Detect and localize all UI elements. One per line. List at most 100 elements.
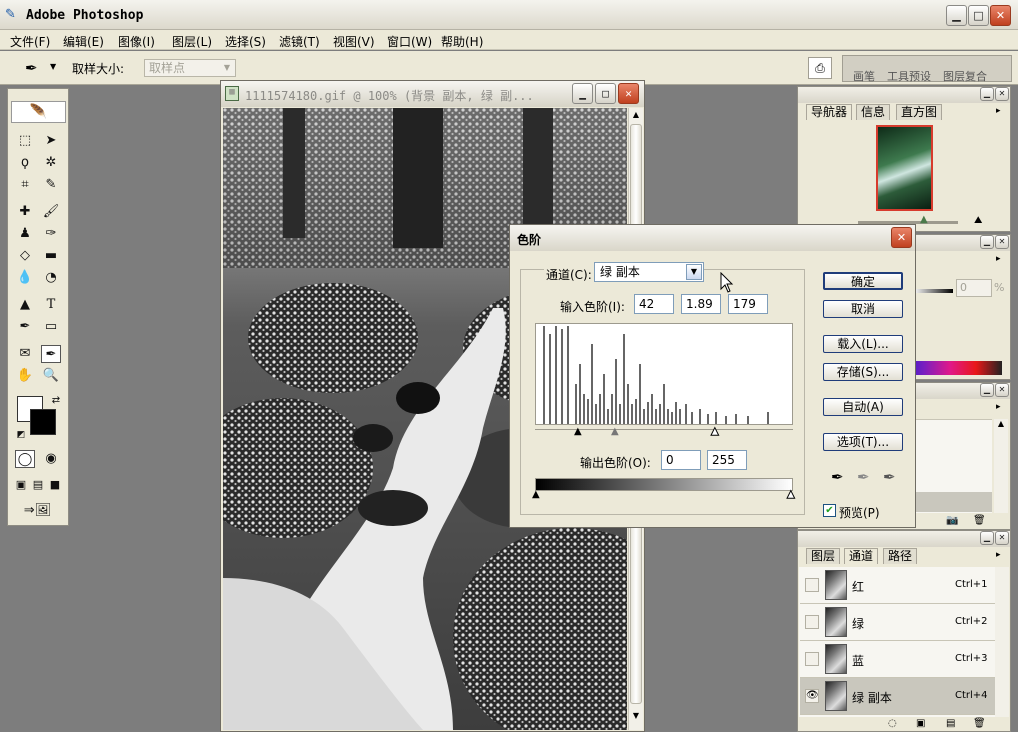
channel-row-green[interactable]: 绿 Ctrl+2 [800, 604, 995, 641]
doc-close-button[interactable]: ✕ [618, 83, 639, 104]
output-white-field[interactable]: 255 [707, 450, 747, 470]
pen-tool-icon[interactable]: ✒ [15, 318, 35, 336]
channels-close-button[interactable]: ✕ [995, 531, 1009, 545]
visibility-toggle[interactable] [805, 578, 819, 592]
healing-brush-icon[interactable]: ✚ [15, 203, 35, 221]
auto-button[interactable]: 自动(A) [823, 398, 903, 416]
input-white-slider-handle[interactable]: ▲ [711, 426, 720, 438]
channels-minimize-button[interactable]: ▁ [980, 531, 994, 545]
tab-navigator[interactable]: 导航器 [806, 104, 853, 120]
chevron-down-icon[interactable]: ▼ [686, 264, 702, 280]
output-black-slider-handle[interactable]: ▲ [532, 489, 540, 500]
tab-channels[interactable]: 通道 [844, 548, 879, 564]
tab-histogram[interactable]: 直方图 [896, 104, 943, 120]
screen-mode-standard-icon[interactable]: ▣ [13, 476, 29, 494]
dodge-tool-icon[interactable]: ◔ [41, 269, 61, 287]
channel-row-green-copy[interactable]: 👁 绿 副本 Ctrl+4 [800, 678, 995, 715]
menu-window[interactable]: 窗口(W) [387, 33, 432, 50]
black-point-eyedropper-icon[interactable]: ✒ [831, 468, 844, 486]
history-menu-icon[interactable]: ▸ [996, 402, 1001, 412]
palette-well-tab-brushes[interactable]: 画笔 [853, 68, 875, 84]
menu-view[interactable]: 视图(V) [333, 33, 375, 50]
channels-scrollbar[interactable] [995, 567, 1009, 717]
navigator-minimize-button[interactable]: ▁ [980, 87, 994, 101]
load-button[interactable]: 载入(L)... [823, 335, 903, 353]
eyedropper-tool-icon[interactable]: ✒ [25, 59, 38, 77]
eyedropper-icon[interactable]: ✒ [41, 345, 61, 363]
path-selection-icon[interactable]: ▲ [15, 296, 35, 314]
swap-colors-icon[interactable]: ⇄ [46, 392, 66, 410]
channels-menu-icon[interactable]: ▸ [996, 550, 1001, 560]
doc-minimize-button[interactable]: ▁ [572, 83, 593, 104]
navigator-close-button[interactable]: ✕ [995, 87, 1009, 101]
output-black-field[interactable]: 0 [661, 450, 701, 470]
screen-mode-full-menu-icon[interactable]: ▤ [30, 476, 46, 494]
load-selection-icon[interactable]: ◌ [888, 718, 897, 729]
rectangle-tool-icon[interactable]: ▭ [41, 318, 61, 336]
move-tool-icon[interactable]: ➤ [41, 132, 61, 150]
type-tool-icon[interactable]: T [41, 296, 61, 314]
white-point-eyedropper-icon[interactable]: ✒ [883, 468, 896, 486]
doc-maximize-button[interactable]: □ [595, 83, 616, 104]
history-close-button[interactable]: ✕ [995, 383, 1009, 397]
screen-mode-full-icon[interactable]: ■ [47, 476, 63, 494]
menu-image[interactable]: 图像(I) [118, 33, 155, 50]
menu-layer[interactable]: 图层(L) [172, 33, 212, 50]
scroll-down-arrow-icon[interactable]: ▼ [630, 711, 642, 720]
eraser-tool-icon[interactable]: ◇ [15, 247, 35, 265]
close-button[interactable]: ✕ [990, 5, 1011, 26]
preview-checkbox[interactable]: ✔ [823, 504, 836, 517]
input-white-field[interactable]: 179 [728, 294, 768, 314]
marquee-tool-icon[interactable]: ⬚ [15, 132, 35, 150]
history-scrollbar[interactable]: ▲ [994, 419, 1008, 513]
minimize-button[interactable]: ▁ [946, 5, 967, 26]
tab-paths[interactable]: 路径 [883, 548, 918, 564]
jump-to-imageready-icon[interactable]: ⇒🖼 [15, 502, 60, 520]
new-snapshot-icon[interactable]: 📷 [946, 515, 958, 526]
channel-row-red[interactable]: 红 Ctrl+1 [800, 567, 995, 604]
crop-tool-icon[interactable]: ⌗ [15, 176, 35, 194]
blur-tool-icon[interactable]: 💧 [15, 269, 35, 287]
sample-size-select[interactable]: 取样点 ▼ [144, 59, 236, 77]
input-gamma-slider-handle[interactable]: ▲ [611, 426, 619, 437]
color-slider-track[interactable] [913, 289, 953, 293]
lasso-tool-icon[interactable]: ϙ [15, 154, 35, 172]
brush-tool-icon[interactable]: 🖌 [41, 203, 61, 221]
levels-close-button[interactable]: ✕ [891, 227, 912, 248]
menu-help[interactable]: 帮助(H) [441, 33, 483, 50]
zoom-in-icon[interactable]: ⛰ [974, 215, 982, 226]
save-selection-icon[interactable]: ▣ [916, 718, 925, 729]
menu-file[interactable]: 文件(F) [10, 33, 50, 50]
ok-button[interactable]: 确定 [823, 272, 903, 290]
visibility-toggle[interactable] [805, 615, 819, 629]
gradient-tool-icon[interactable]: ▬ [41, 247, 61, 265]
tab-info[interactable]: 信息 [856, 104, 891, 120]
menu-select[interactable]: 选择(S) [225, 33, 266, 50]
palette-well-tab-comps[interactable]: 图层复合 [943, 68, 987, 84]
maximize-button[interactable]: □ [968, 5, 989, 26]
standard-mode-icon[interactable]: ◯ [15, 450, 35, 468]
channel-row-blue[interactable]: 蓝 Ctrl+3 [800, 641, 995, 678]
gray-point-eyedropper-icon[interactable]: ✒ [857, 468, 870, 486]
palette-well-tab-presets[interactable]: 工具预设 [887, 68, 931, 84]
preview-label[interactable]: 预览(P) [839, 504, 880, 521]
history-delete-icon[interactable]: 🗑 [973, 515, 986, 526]
history-minimize-button[interactable]: ▁ [980, 383, 994, 397]
input-gamma-field[interactable]: 1.89 [681, 294, 721, 314]
quick-mask-icon[interactable]: ◉ [41, 450, 61, 468]
color-minimize-button[interactable]: ▁ [980, 235, 994, 249]
navigator-menu-icon[interactable]: ▸ [996, 106, 1001, 116]
color-close-button[interactable]: ✕ [995, 235, 1009, 249]
magic-wand-icon[interactable]: ✲ [41, 154, 61, 172]
go-to-bridge-button[interactable]: ⎙ [808, 57, 832, 79]
options-button[interactable]: 选项(T)... [823, 433, 903, 451]
save-button[interactable]: 存储(S)... [823, 363, 903, 381]
background-color-swatch[interactable] [30, 409, 56, 435]
tab-layers[interactable]: 图层 [806, 548, 841, 564]
default-colors-icon[interactable]: ◩ [11, 426, 31, 444]
menu-filter[interactable]: 滤镜(T) [279, 33, 320, 50]
hand-tool-icon[interactable]: ✋ [15, 367, 35, 385]
input-black-slider-handle[interactable]: ▲ [574, 426, 582, 437]
menu-edit[interactable]: 编辑(E) [63, 33, 104, 50]
eye-icon[interactable]: 👁 [805, 689, 819, 703]
